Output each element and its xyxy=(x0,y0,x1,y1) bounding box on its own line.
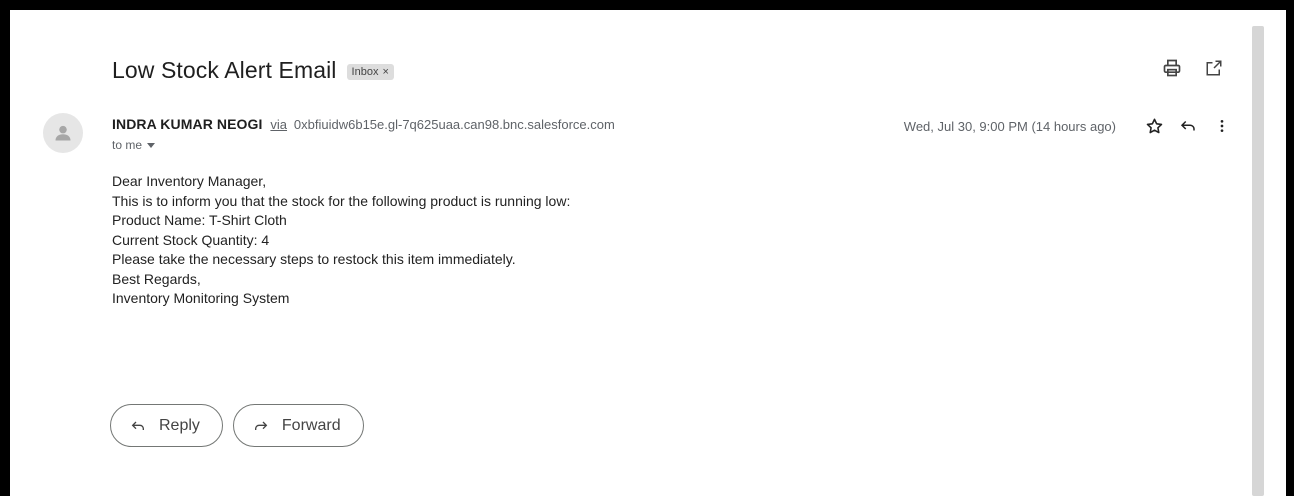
body-line: Dear Inventory Manager, xyxy=(112,173,267,189)
via-link[interactable]: via xyxy=(270,117,287,132)
forward-icon xyxy=(252,418,270,434)
label-text: Inbox xyxy=(351,66,379,78)
sender-avatar[interactable] xyxy=(43,113,83,153)
body-line: Please take the necessary steps to resto… xyxy=(112,251,516,267)
recipient-row[interactable]: to me xyxy=(112,138,156,152)
caret-down-icon[interactable] xyxy=(146,140,156,150)
inbox-label-chip[interactable]: Inbox × xyxy=(346,64,394,80)
reply-icon xyxy=(129,418,147,434)
body-line: Inventory Monitoring System xyxy=(112,290,290,306)
email-date: Wed, Jul 30, 9:00 PM (14 hours ago) xyxy=(903,118,1116,134)
forward-button[interactable]: Forward xyxy=(232,404,364,447)
forward-button-label: Forward xyxy=(281,416,341,434)
open-in-new-window-icon[interactable] xyxy=(1202,56,1226,80)
email-body: Dear Inventory Manager, This is to infor… xyxy=(112,172,570,309)
reply-actions: Reply Forward xyxy=(110,404,364,447)
subject-row: Low Stock Alert Email Inbox × xyxy=(112,52,394,88)
remove-label-button[interactable]: × xyxy=(382,66,388,78)
sender-address: 0xbfiuidw6b15e.gl-7q625uaa.can98.bnc.sal… xyxy=(293,117,615,132)
star-icon[interactable] xyxy=(1142,114,1166,138)
top-toolbar xyxy=(1160,56,1226,80)
body-line: Best Regards, xyxy=(112,270,201,287)
reply-icon[interactable] xyxy=(1176,114,1200,138)
reply-button[interactable]: Reply xyxy=(110,404,223,447)
email-view: Low Stock Alert Email Inbox × INDRA KUMA… xyxy=(10,10,1286,496)
body-line: This is to inform you that the stock for… xyxy=(112,192,571,209)
body-line: Current Stock Quantity: 4 xyxy=(112,231,270,248)
email-subject: Low Stock Alert Email xyxy=(112,56,337,83)
print-icon[interactable] xyxy=(1160,56,1184,80)
message-meta: Wed, Jul 30, 9:00 PM (14 hours ago) xyxy=(904,114,1234,138)
scrollbar[interactable] xyxy=(1252,26,1264,496)
body-line: Product Name: T-Shirt Cloth xyxy=(112,212,287,228)
more-vertical-icon[interactable] xyxy=(1210,114,1234,138)
person-icon xyxy=(55,125,71,141)
recipient-text: to me xyxy=(112,138,143,152)
sender-name[interactable]: INDRA KUMAR NEOGI xyxy=(112,116,263,132)
reply-button-label: Reply xyxy=(159,416,200,434)
sender-row: INDRA KUMAR NEOGI via 0xbfiuidw6b15e.gl-… xyxy=(112,116,615,132)
